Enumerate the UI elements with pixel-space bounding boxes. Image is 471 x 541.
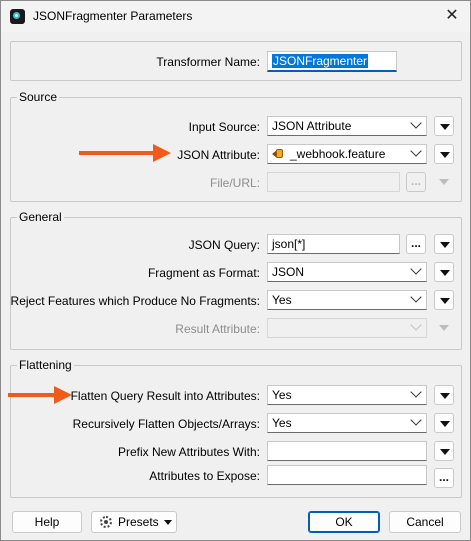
fragment-format-dropdown[interactable]: JSON [267, 262, 427, 282]
flattening-legend: Flattening [17, 358, 74, 372]
attributes-to-expose-input[interactable] [267, 465, 427, 485]
ellipsis-icon: ... [410, 236, 421, 250]
transformer-name-input[interactable]: JSONFragmenter [267, 51, 397, 72]
chevron-down-icon [410, 414, 422, 426]
recursive-flatten-menu-button[interactable] [434, 413, 454, 433]
dialog-window: JSONFragmenter Parameters ✕ Transformer … [0, 0, 471, 541]
attribute-icon [272, 148, 284, 160]
triangle-down-icon [440, 242, 450, 248]
input-source-label: Input Source: [188, 120, 260, 134]
attributes-to-expose-label: Attributes to Expose: [149, 469, 260, 483]
json-attribute-value: _webhook.feature [290, 147, 386, 161]
file-url-browse-button[interactable]: ... [406, 172, 426, 192]
chevron-down-icon [410, 319, 422, 331]
file-url-menu-icon [439, 179, 449, 185]
result-attribute-menu-icon [439, 325, 449, 331]
chevron-down-icon [410, 145, 422, 157]
triangle-down-icon [440, 421, 450, 427]
json-attribute-dropdown[interactable]: _webhook.feature [267, 144, 427, 164]
input-source-dropdown[interactable]: JSON Attribute [267, 116, 427, 136]
ellipsis-icon: ... [410, 174, 421, 188]
fragment-format-menu-button[interactable] [434, 262, 454, 282]
annotation-arrow-shaft [79, 151, 157, 155]
flatten-query-dropdown[interactable]: Yes [267, 385, 427, 405]
triangle-down-icon [440, 298, 450, 304]
file-url-input[interactable] [267, 172, 400, 192]
triangle-down-icon [164, 520, 172, 525]
file-url-label: File/URL: [209, 176, 260, 190]
triangle-down-icon [440, 152, 450, 158]
ok-button[interactable]: OK [308, 511, 380, 533]
triangle-down-icon [440, 270, 450, 276]
fragment-format-label: Fragment as Format: [147, 266, 260, 280]
input-source-value: JSON Attribute [272, 119, 352, 133]
json-query-browse-button[interactable]: ... [406, 234, 426, 254]
fragment-format-value: JSON [272, 265, 305, 279]
title-bar: JSONFragmenter Parameters ✕ [1, 1, 470, 32]
ellipsis-icon: ... [438, 470, 449, 484]
json-query-input[interactable]: json[*] [267, 234, 400, 254]
cancel-button[interactable]: Cancel [389, 511, 461, 533]
annotation-arrow-icon [153, 144, 171, 162]
prefix-label: Prefix New Attributes With: [117, 445, 260, 459]
json-attribute-menu-button[interactable] [434, 144, 454, 164]
input-source-menu-button[interactable] [434, 116, 454, 136]
annotation-arrow-shaft [8, 393, 58, 397]
chevron-down-icon [410, 263, 422, 275]
chevron-down-icon [410, 291, 422, 303]
flatten-query-value: Yes [272, 388, 292, 402]
transformer-name-value: JSONFragmenter [272, 54, 369, 68]
gear-icon [100, 516, 112, 528]
reject-features-menu-button[interactable] [434, 290, 454, 310]
prefix-menu-button[interactable] [434, 441, 454, 461]
result-attribute-label: Result Attribute: [175, 322, 260, 336]
json-query-menu-button[interactable] [434, 234, 454, 254]
triangle-down-icon [440, 449, 450, 455]
recursive-flatten-label: Recursively Flatten Objects/Arrays: [72, 417, 260, 431]
chevron-down-icon [410, 386, 422, 398]
flatten-query-label: Flatten Query Result into Attributes: [70, 389, 260, 403]
recursive-flatten-value: Yes [272, 416, 292, 430]
reject-features-value: Yes [272, 293, 292, 307]
attributes-to-expose-browse-button[interactable]: ... [434, 468, 454, 488]
reject-features-label: Reject Features which Produce No Fragmen… [10, 294, 260, 308]
triangle-down-icon [440, 393, 450, 399]
app-icon [10, 9, 25, 24]
presets-label: Presets [118, 515, 159, 529]
help-button[interactable]: Help [12, 511, 82, 533]
transformer-name-label: Transformer Name: [156, 55, 260, 69]
prefix-input[interactable] [267, 441, 427, 461]
window-title: JSONFragmenter Parameters [33, 9, 193, 23]
triangle-down-icon [440, 124, 450, 130]
presets-button[interactable]: Presets [91, 511, 177, 533]
reject-features-dropdown[interactable]: Yes [267, 290, 427, 310]
recursive-flatten-dropdown[interactable]: Yes [267, 413, 427, 433]
json-attribute-label: JSON Attribute: [177, 148, 260, 162]
json-query-label: JSON Query: [188, 238, 260, 252]
result-attribute-dropdown[interactable] [267, 318, 427, 338]
source-legend: Source [17, 90, 60, 104]
annotation-arrow-icon [54, 386, 72, 404]
general-legend: General [17, 210, 64, 224]
chevron-down-icon [410, 117, 422, 129]
flatten-query-menu-button[interactable] [434, 385, 454, 405]
close-icon[interactable]: ✕ [441, 5, 463, 27]
